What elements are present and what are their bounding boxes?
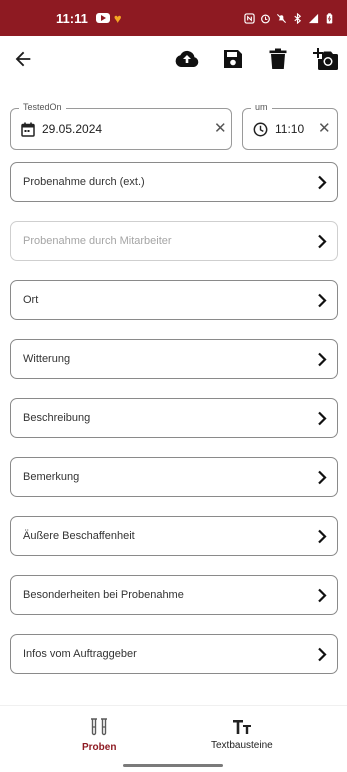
text-format-icon	[232, 720, 251, 734]
chevron-right-icon	[318, 647, 327, 662]
back-arrow-icon[interactable]	[12, 48, 34, 70]
test-tubes-icon	[91, 718, 108, 736]
list-item[interactable]: Beschreibung	[10, 398, 338, 438]
list-item-label: Probenahme durch (ext.)	[23, 176, 145, 188]
tested-on-field[interactable]: TestedOn 29.05.2024 ✕	[10, 102, 232, 150]
nav-tab-proben[interactable]: Proben	[82, 718, 116, 753]
status-bar: 11:11 ♥	[0, 0, 347, 36]
list-item[interactable]: Infos vom Auftraggeber	[10, 634, 338, 674]
list-item[interactable]: Bemerkung	[10, 457, 338, 497]
home-indicator	[123, 764, 223, 767]
time-field[interactable]: um 11:10 ✕	[242, 102, 338, 150]
toolbar	[0, 36, 347, 82]
heart-icon: ♥	[113, 10, 122, 26]
chevron-right-icon	[318, 529, 327, 544]
chevron-right-icon	[318, 293, 327, 308]
status-time: 11:11	[56, 10, 88, 26]
clear-date-icon[interactable]: ✕	[214, 121, 227, 136]
battery-icon	[326, 12, 333, 24]
list-item-label: Witterung	[23, 353, 71, 365]
list-item-label: Beschreibung	[23, 412, 91, 424]
chevron-right-icon	[318, 470, 327, 485]
youtube-icon	[95, 13, 110, 23]
nav-label-proben: Proben	[82, 742, 117, 753]
chevron-right-icon	[318, 234, 327, 249]
delete-button[interactable]	[264, 46, 292, 72]
list-item[interactable]: Ort	[10, 280, 338, 320]
list-item-label: Besonderheiten bei Probenahme	[23, 589, 184, 601]
delete-icon	[269, 48, 287, 69]
chevron-right-icon	[318, 411, 327, 426]
chevron-right-icon	[318, 175, 327, 190]
list-item-label: Bemerkung	[23, 471, 80, 483]
upload-button[interactable]	[173, 46, 201, 72]
alarm-icon	[261, 14, 270, 23]
chevron-right-icon	[318, 352, 327, 367]
list-item[interactable]: Besonderheiten bei Probenahme	[10, 575, 338, 615]
list-item[interactable]: Probenahme durch Mitarbeiter	[10, 221, 338, 261]
signal-icon	[308, 13, 319, 23]
add-photo-icon	[313, 48, 338, 70]
bluetooth-icon	[294, 12, 302, 24]
cloud-upload-icon	[175, 50, 199, 67]
nfc-icon	[244, 12, 255, 24]
time-value: 11:10	[275, 122, 305, 136]
save-icon	[224, 50, 242, 68]
time-label: um	[251, 102, 272, 112]
calendar-icon	[21, 122, 35, 137]
nav-tab-textbausteine[interactable]: Textbausteine	[211, 718, 273, 751]
nav-label-textbausteine: Textbausteine	[211, 740, 273, 751]
bottom-nav: Proben Textbausteine	[0, 705, 347, 772]
clear-time-icon[interactable]: ✕	[318, 121, 331, 136]
list-item-label: Ort	[23, 294, 39, 306]
tested-on-label: TestedOn	[19, 102, 66, 112]
list-item[interactable]: Probenahme durch (ext.)	[10, 162, 338, 202]
list-item-label: Äußere Beschaffenheit	[23, 530, 135, 542]
chevron-right-icon	[318, 588, 327, 603]
save-button[interactable]	[219, 46, 247, 72]
clock-icon	[253, 122, 268, 137]
add-photo-button[interactable]	[310, 46, 340, 72]
tested-on-value: 29.05.2024	[42, 122, 103, 136]
mute-icon	[276, 13, 287, 23]
list-item[interactable]: Witterung	[10, 339, 338, 379]
list-item-label: Probenahme durch Mitarbeiter	[23, 235, 172, 247]
list-item-label: Infos vom Auftraggeber	[23, 648, 137, 660]
list-item[interactable]: Äußere Beschaffenheit	[10, 516, 338, 556]
